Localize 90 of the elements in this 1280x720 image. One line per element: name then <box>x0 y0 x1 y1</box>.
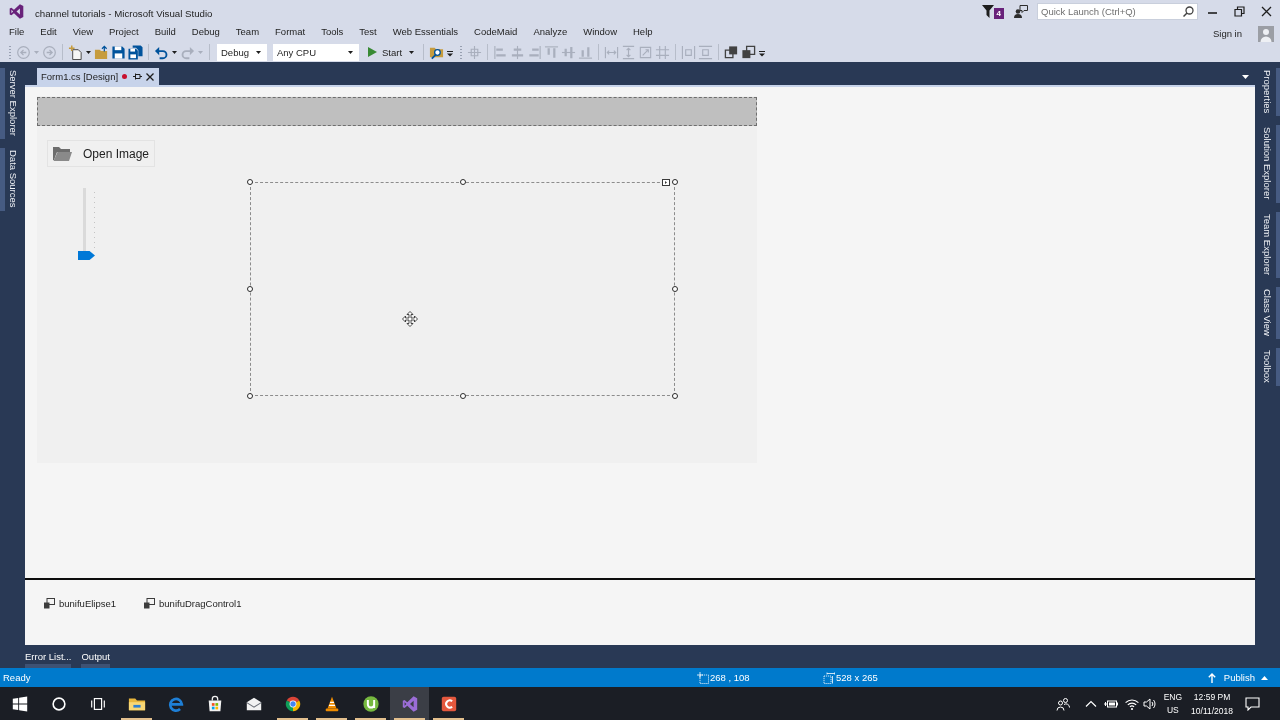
component-tray-item[interactable]: bunifuDragControl1 <box>144 598 242 609</box>
overflow-caret-icon[interactable] <box>759 51 766 57</box>
menu-item[interactable]: Window <box>575 22 625 42</box>
c-logo-icon <box>439 694 458 713</box>
wifi-icon[interactable] <box>1124 696 1139 711</box>
notifications-icon[interactable] <box>1245 696 1260 711</box>
publish-button[interactable]: Publish <box>1207 672 1268 683</box>
resize-handle[interactable] <box>672 286 678 292</box>
menu-item[interactable]: Test <box>351 22 385 42</box>
position-icon <box>697 671 709 684</box>
menu-item[interactable]: Project <box>101 22 147 42</box>
folder-icon <box>53 146 72 161</box>
caret-icon[interactable] <box>409 50 415 54</box>
component-icon <box>144 598 156 609</box>
document-tab[interactable]: Form1.cs [Design] <box>37 68 160 85</box>
resize-handle[interactable] <box>672 393 678 399</box>
toolbar-grip[interactable] <box>8 44 12 60</box>
cursor-position: 268 , 108 <box>710 672 750 683</box>
menu-item[interactable]: CodeMaid <box>466 22 526 42</box>
dropdown-field[interactable]: Debug <box>217 43 267 61</box>
tool-window-tab[interactable]: Class View <box>1255 286 1280 339</box>
caret-icon[interactable] <box>86 50 91 54</box>
caret-up-icon <box>1261 675 1268 680</box>
taskbar-app-button[interactable] <box>390 687 429 720</box>
play-icon <box>368 47 377 57</box>
menu-item[interactable]: Debug <box>183 22 228 42</box>
sign-in-link[interactable]: Sign in <box>1212 28 1242 39</box>
menu-item[interactable]: Team <box>227 22 268 42</box>
close-icon[interactable] <box>1261 5 1272 17</box>
menu-item[interactable]: Web Essentials <box>384 22 467 42</box>
quick-launch-field[interactable]: Quick Launch (Ctrl+Q) <box>1037 2 1198 20</box>
tool-window-tab[interactable]: Toolbox <box>1255 347 1280 386</box>
menu-item[interactable]: Help <box>625 22 661 42</box>
close-icon[interactable] <box>146 72 155 81</box>
menu-item[interactable]: Tools <box>313 22 352 42</box>
move-cursor-icon <box>402 311 418 327</box>
menu-item[interactable]: File <box>1 22 33 42</box>
circle-logo-icon <box>361 694 380 713</box>
new-file-icon[interactable] <box>68 44 83 60</box>
resize-handle[interactable] <box>247 393 253 399</box>
overlapping-squares-icon[interactable] <box>741 44 757 60</box>
resize-handle[interactable] <box>459 393 466 399</box>
size-icon <box>823 671 835 684</box>
taskbar-clock[interactable]: 12:59 PM 10/11/2018 <box>1191 689 1233 718</box>
slider-thumb[interactable] <box>78 251 95 260</box>
menu-item[interactable]: Format <box>267 22 314 42</box>
resize-handle[interactable] <box>459 179 466 185</box>
resize-handle[interactable] <box>247 286 253 292</box>
feedback-icon[interactable] <box>1014 4 1028 18</box>
smart-tag-icon[interactable] <box>662 179 670 186</box>
ribbon-logo-icon <box>8 2 25 20</box>
menu-item[interactable]: Edit <box>32 22 65 42</box>
component-icon <box>44 598 55 609</box>
resize-handle[interactable] <box>672 179 678 185</box>
open-folder-icon[interactable] <box>94 44 109 60</box>
save-all-icon[interactable] <box>128 44 143 60</box>
menu-item[interactable]: View <box>64 22 102 42</box>
selection-size: 528 x 265 <box>836 672 878 683</box>
save-icon[interactable] <box>111 44 126 60</box>
open-image-button[interactable]: Open Image <box>47 140 155 167</box>
status-text: Ready <box>2 672 32 683</box>
volume-icon[interactable] <box>1142 696 1157 711</box>
notification-badge[interactable]: 4 <box>993 7 1004 19</box>
pin-icon[interactable] <box>133 72 143 81</box>
window-title: channel tutorials - Microsoft Visual Studio <box>35 7 213 19</box>
people-icon[interactable] <box>1055 696 1070 711</box>
component-tray-item[interactable]: bunifuElipse1 <box>44 598 117 609</box>
up-arrow-icon <box>1207 672 1216 683</box>
caret-icon[interactable] <box>256 50 261 54</box>
ring-logo-icon <box>283 694 302 713</box>
ribbon-logo-icon <box>400 694 419 713</box>
caret-icon[interactable] <box>348 50 353 54</box>
menu-item[interactable]: Build <box>146 22 184 42</box>
dropdown-field[interactable]: Any CPU <box>273 43 359 61</box>
tool-window-tab[interactable]: Team Explorer <box>1255 211 1280 278</box>
overlapping-squares-icon[interactable] <box>724 44 740 60</box>
language-indicator[interactable]: ENG US <box>1163 690 1183 717</box>
circle-icon[interactable] <box>49 694 68 713</box>
start-button[interactable]: Start <box>365 43 420 61</box>
funnel-icon[interactable] <box>981 4 994 18</box>
caret-icon[interactable] <box>172 50 177 54</box>
restore-icon[interactable] <box>1234 5 1245 17</box>
four-panes-icon[interactable] <box>10 694 29 713</box>
tool-window-tab[interactable]: Solution Explorer <box>1255 125 1280 203</box>
menu-item[interactable]: Analyze <box>525 22 576 42</box>
resize-handle[interactable] <box>247 179 253 185</box>
caret-icon[interactable] <box>1242 75 1249 79</box>
overflow-caret-icon[interactable] <box>447 51 454 57</box>
tool-window-tab[interactable]: Properties <box>1255 68 1280 117</box>
search-icon[interactable] <box>1183 5 1194 17</box>
